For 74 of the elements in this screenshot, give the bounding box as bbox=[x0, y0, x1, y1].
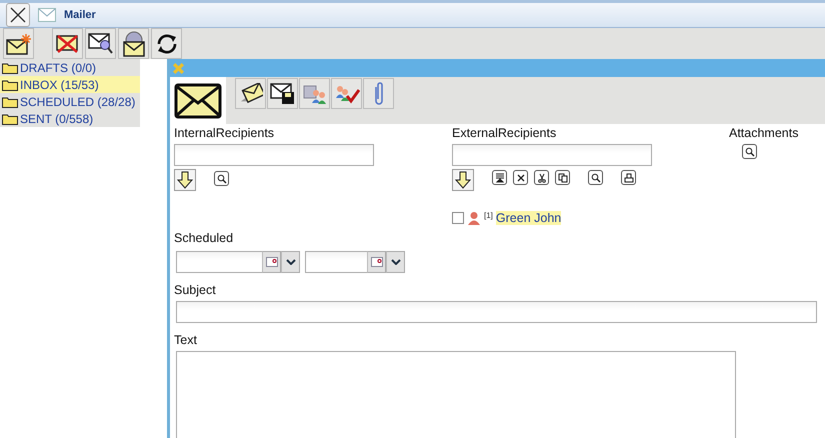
add-button[interactable] bbox=[452, 169, 474, 191]
window-title: Mailer bbox=[64, 9, 96, 21]
add-button[interactable] bbox=[174, 169, 196, 191]
people-icon bbox=[302, 82, 328, 104]
caret-icon bbox=[390, 259, 400, 265]
down-arrow-icon bbox=[177, 171, 193, 189]
calendar-button[interactable] bbox=[262, 251, 281, 273]
field-label: Scheduled bbox=[174, 231, 234, 246]
close-icon bbox=[10, 7, 26, 23]
close-button[interactable] bbox=[6, 3, 30, 27]
folder-item[interactable]: INBOX (15/53) bbox=[0, 76, 140, 93]
search-icon bbox=[744, 146, 754, 156]
folder-icon bbox=[2, 62, 18, 74]
folder-icon bbox=[2, 78, 18, 90]
envelope-star-icon bbox=[6, 32, 32, 54]
folder-icon bbox=[2, 112, 18, 124]
search-icon bbox=[216, 174, 226, 184]
subject-field[interactable] bbox=[176, 301, 817, 323]
copy-icon bbox=[558, 172, 568, 182]
close-icon bbox=[516, 172, 526, 182]
envelope-icon bbox=[38, 8, 56, 22]
list-icon bbox=[494, 172, 504, 182]
delete-mail-button[interactable] bbox=[52, 28, 83, 59]
folder-item[interactable]: SENT (0/558) bbox=[0, 110, 140, 127]
time-field[interactable] bbox=[305, 251, 367, 273]
globe-envelope-icon bbox=[122, 30, 146, 56]
caret-icon bbox=[286, 259, 296, 265]
search-icon bbox=[590, 172, 600, 182]
dropdown-button[interactable] bbox=[386, 251, 405, 273]
calendar-button[interactable] bbox=[367, 251, 386, 273]
search-mail-button[interactable] bbox=[85, 28, 116, 59]
print-button[interactable] bbox=[621, 170, 636, 185]
copy-button[interactable] bbox=[555, 170, 570, 185]
envelope-cross-icon bbox=[56, 34, 80, 52]
internal-recipients-field[interactable] bbox=[174, 144, 374, 166]
envelope-icon bbox=[174, 82, 222, 118]
search-button[interactable] bbox=[214, 171, 229, 186]
date-field[interactable] bbox=[176, 251, 262, 273]
down-arrow-icon bbox=[455, 171, 471, 189]
dropdown-button[interactable] bbox=[281, 251, 300, 273]
refresh-button[interactable] bbox=[151, 28, 182, 59]
calendar-icon bbox=[370, 257, 382, 267]
check-names-button[interactable] bbox=[331, 78, 362, 109]
field-label: ExternalRecipients bbox=[452, 126, 558, 141]
folder-item[interactable]: DRAFTS (0/0) bbox=[0, 59, 140, 76]
cut-button[interactable] bbox=[534, 170, 549, 185]
attach-button[interactable] bbox=[363, 78, 394, 109]
scissors-icon bbox=[536, 172, 546, 182]
new-mail-button[interactable] bbox=[3, 28, 34, 59]
checkbox[interactable] bbox=[452, 212, 464, 224]
calendar-icon bbox=[266, 257, 278, 267]
save-button[interactable] bbox=[267, 78, 298, 109]
field-label: InternalRecipients bbox=[174, 126, 276, 141]
message-field[interactable] bbox=[176, 351, 736, 438]
field-label: Text bbox=[174, 333, 198, 348]
field-label: Subject bbox=[174, 283, 217, 298]
globe-mail-button[interactable] bbox=[118, 28, 149, 59]
printer-icon bbox=[624, 172, 634, 182]
external-recipients-field[interactable] bbox=[452, 144, 652, 166]
folder-item[interactable]: SCHEDULED (28/28) bbox=[0, 93, 140, 110]
search-button[interactable] bbox=[742, 144, 757, 159]
envelope-magnifier-icon bbox=[88, 32, 114, 54]
list-button[interactable] bbox=[492, 170, 507, 185]
field-label: Attachments bbox=[729, 126, 800, 141]
remove-button[interactable] bbox=[513, 170, 528, 185]
send-button[interactable] bbox=[235, 78, 266, 109]
refresh-icon bbox=[154, 32, 178, 56]
close-icon bbox=[172, 62, 185, 74]
envelope-floppy-icon bbox=[270, 82, 296, 104]
index-label: [1] bbox=[484, 211, 493, 220]
person-icon bbox=[467, 211, 481, 225]
folder-icon bbox=[2, 96, 18, 108]
search-button[interactable] bbox=[588, 170, 603, 185]
recipient-link[interactable]: Green John bbox=[496, 211, 562, 225]
